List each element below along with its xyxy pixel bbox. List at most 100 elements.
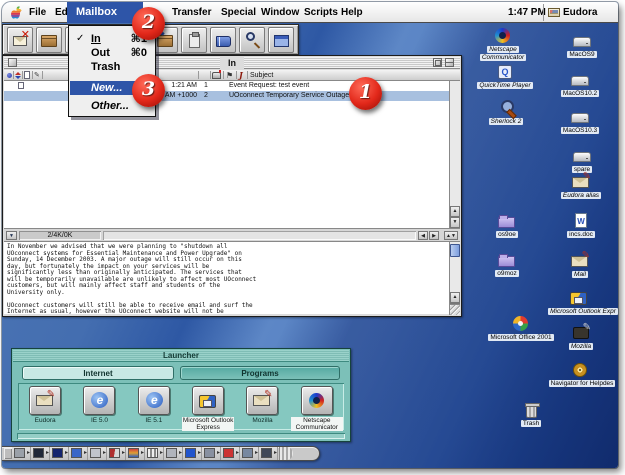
desktop-icon-quicktime-player[interactable]: Q QuickTime Player <box>470 63 540 90</box>
window-title: In <box>220 57 244 69</box>
desktop-icon-macos10-2[interactable]: MacOS10.2 <box>545 71 615 98</box>
priority-j-column[interactable]: J <box>239 71 243 80</box>
control-strip-endcap[interactable] <box>4 448 12 459</box>
icon-label: Mail <box>545 271 615 279</box>
window-settings-button[interactable] <box>268 27 294 53</box>
menu-scripts[interactable]: Scripts <box>304 2 338 23</box>
label-column-icon[interactable]: ✎ <box>34 71 40 79</box>
status-column-icon[interactable] <box>7 73 12 78</box>
menu-item-trash[interactable]: Trash <box>70 60 154 74</box>
priority-column-icon[interactable] <box>15 72 21 79</box>
collapse-box-icon[interactable] <box>445 58 454 67</box>
tab-programs[interactable]: Programs <box>180 366 340 380</box>
clipboard-icon <box>189 34 200 48</box>
launcher-item-eudora[interactable]: Eudora <box>19 386 71 430</box>
control-strip-module[interactable] <box>240 447 259 460</box>
icon-label: incs.doc <box>546 231 616 239</box>
message-preview-pane[interactable]: In November we advised that we were plan… <box>4 242 449 314</box>
horizontal-scrollbar[interactable] <box>103 231 416 240</box>
control-strip-module[interactable] <box>107 447 126 460</box>
scroll-up-icon[interactable]: ▲ <box>450 206 460 217</box>
server-status-column-icon[interactable] <box>212 72 221 79</box>
desktop-icon-o9moz[interactable]: o9moz <box>472 251 542 278</box>
message-subject: Event Request: test event <box>229 81 447 91</box>
close-box-icon[interactable] <box>8 58 17 67</box>
icon-label: MacOS10.3 <box>545 127 615 135</box>
scrollbar-thumb[interactable] <box>450 244 460 257</box>
address-book-button[interactable] <box>210 27 236 53</box>
launcher-item-ie51[interactable]: e IE 5.1 <box>128 386 180 430</box>
quicktime-icon: Q <box>498 65 512 79</box>
hard-drive-icon <box>573 37 591 47</box>
desktop-icon-mozilla[interactable]: Mozilla <box>546 324 616 351</box>
control-strip <box>2 446 320 461</box>
menu-item-out[interactable]: Out ⌘0 <box>70 46 154 60</box>
preview-divider: ▼ 2/4K/0K ◀ ▶ ▲▼ <box>4 228 460 242</box>
desktop-icon-sherlock-2[interactable]: Sherlock 2 <box>471 99 541 126</box>
hard-drive-icon <box>571 113 589 123</box>
desktop-icon-netscape-communicator[interactable]: Netscape Communicator <box>468 27 538 61</box>
desktop-icon-mail[interactable]: Mail <box>545 252 615 279</box>
menu-special[interactable]: Special <box>221 2 256 23</box>
resize-grip[interactable] <box>449 304 460 315</box>
desktop-icon-spare[interactable]: spare <box>547 147 617 174</box>
launcher-item-netscape[interactable]: Netscape Communicator <box>291 386 343 430</box>
word-document-icon: W <box>575 213 587 228</box>
control-strip-module[interactable] <box>88 447 107 460</box>
desktop-icon-incs-doc[interactable]: W incs.doc <box>546 212 616 239</box>
attachment-column-icon[interactable] <box>24 71 30 79</box>
desktop-icon-eudora-alias[interactable]: Eudora alias <box>546 173 616 200</box>
desktop-icon-os9oe[interactable]: os9oe <box>472 212 542 239</box>
scroll-down-icon[interactable]: ▼ <box>450 217 460 228</box>
menubar-clock[interactable]: 1:47 PM <box>508 2 546 23</box>
zoom-box-icon[interactable] <box>433 58 442 67</box>
launcher-title[interactable]: Launcher <box>13 350 349 362</box>
control-strip-module[interactable] <box>221 447 240 460</box>
control-strip-module[interactable] <box>183 447 202 460</box>
desktop-icon-microsoft-outlook-express[interactable]: Microsoft Outlook Expr <box>544 289 614 316</box>
trash-icon <box>526 405 537 418</box>
list-scrollbar[interactable]: ▲ ▼ <box>449 81 460 228</box>
delete-message-button[interactable]: ✕ <box>7 27 33 53</box>
desktop-icon-macos10-3[interactable]: MacOS10.3 <box>545 108 615 135</box>
scroll-up-icon[interactable]: ▲ <box>450 292 460 303</box>
subject-column-header[interactable]: Subject <box>250 72 273 79</box>
control-strip-tab-handle[interactable] <box>279 447 293 460</box>
desktop-icon-macos9[interactable]: MacOS9 <box>547 32 617 59</box>
menu-help[interactable]: Help <box>341 2 363 23</box>
scroll-left-icon[interactable]: ◀ <box>418 231 428 240</box>
desktop-icon-trash[interactable]: Trash <box>496 401 566 428</box>
outlook-express-icon <box>570 292 587 305</box>
icon-label: Netscape Communicator <box>468 46 538 61</box>
in-mailbox-button[interactable] <box>36 27 62 53</box>
tab-internet[interactable]: Internet <box>22 366 174 380</box>
pane-splitter-icon[interactable]: ▲▼ <box>444 231 458 240</box>
application-menu[interactable]: Eudora <box>563 2 597 23</box>
launcher-item-ie50[interactable]: e IE 5.0 <box>73 386 125 430</box>
menu-window[interactable]: Window <box>261 2 299 23</box>
control-strip-module[interactable] <box>50 447 69 460</box>
launcher-item-mozilla[interactable]: Mozilla <box>236 386 288 430</box>
menu-transfer[interactable]: Transfer <box>172 2 211 23</box>
launcher-item-outlook-express[interactable]: Microsoft Outlook Express <box>182 386 234 430</box>
control-strip-module[interactable] <box>145 447 164 460</box>
flag-column-icon[interactable]: ⚑ <box>226 71 233 80</box>
control-strip-module[interactable] <box>202 447 221 460</box>
paste-button[interactable] <box>181 27 207 53</box>
icon-label: MacOS9 <box>547 51 617 59</box>
control-strip-module[interactable] <box>259 447 278 460</box>
menu-file[interactable]: File <box>29 2 46 23</box>
annotation-circle-1: 1 <box>349 77 382 110</box>
control-strip-module[interactable] <box>69 447 88 460</box>
control-strip-module[interactable] <box>164 447 183 460</box>
apple-menu-icon[interactable] <box>11 6 22 19</box>
control-strip-module[interactable] <box>12 447 31 460</box>
desktop-icon-navigator-for-helpdesk[interactable]: Navigator for Helpdes <box>545 361 615 388</box>
scroll-right-icon[interactable]: ▶ <box>429 231 439 240</box>
document-icon <box>18 82 24 89</box>
icon-label: Sherlock 2 <box>471 118 541 126</box>
control-strip-module[interactable] <box>31 447 50 460</box>
control-strip-module[interactable] <box>126 447 145 460</box>
preview-toggle-icon[interactable]: ▼ <box>6 231 17 240</box>
search-button[interactable] <box>239 27 265 53</box>
